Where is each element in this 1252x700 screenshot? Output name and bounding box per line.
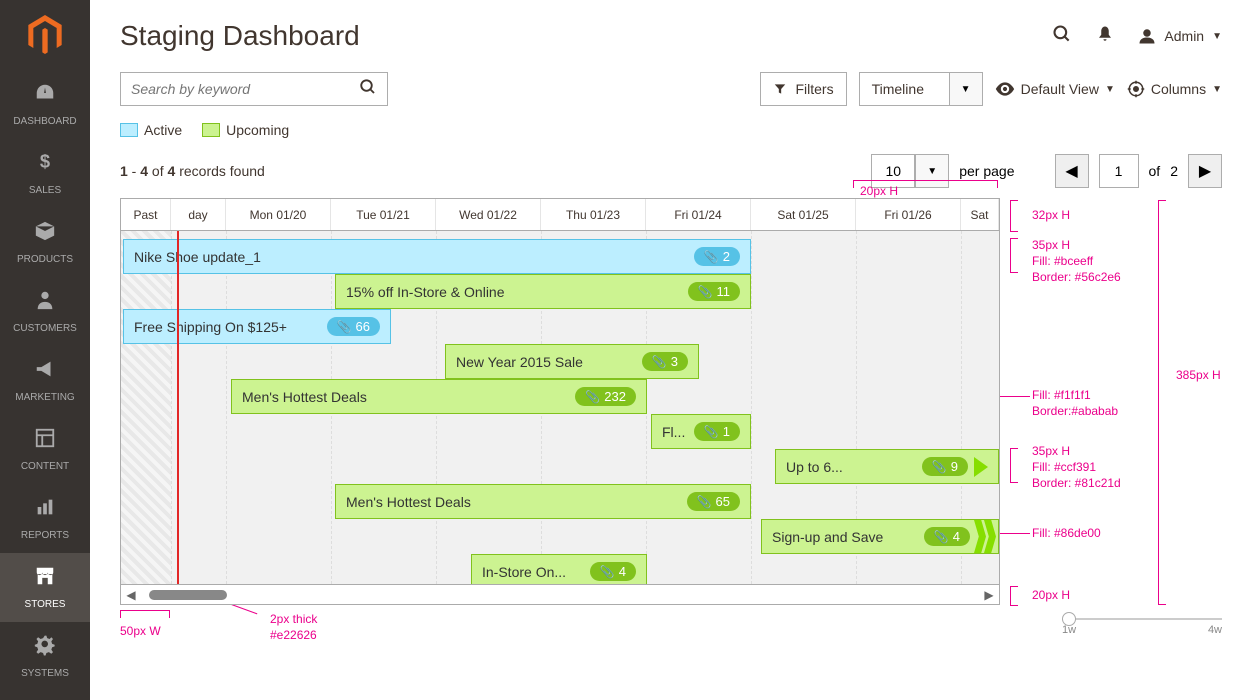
timeline-body: Nike Shoe update_1📎215% off In-Store & O… bbox=[121, 231, 999, 584]
timeline-bar[interactable]: Men's Hottest Deals📎232 bbox=[231, 379, 647, 414]
attachment-count: 📎9 bbox=[922, 457, 968, 476]
sidebar-item-sales[interactable]: $SALES bbox=[0, 139, 90, 208]
timeline-bar[interactable]: 15% off In-Store & Online📎11 bbox=[335, 274, 751, 309]
active-swatch bbox=[120, 123, 138, 137]
timeline-col-header: Past bbox=[121, 199, 171, 230]
timeline-header: PastdayMon 01/20Tue 01/21Wed 01/22Thu 01… bbox=[121, 199, 999, 231]
attachment-count: 📎1 bbox=[694, 422, 740, 441]
admin-menu[interactable]: Admin ▼ bbox=[1138, 27, 1222, 45]
sidebar-item-stores[interactable]: STORES bbox=[0, 553, 90, 622]
timeline-col-header: Thu 01/23 bbox=[541, 199, 646, 230]
timeline-col-header: Tue 01/21 bbox=[331, 199, 436, 230]
columns-button[interactable]: Columns ▼ bbox=[1127, 80, 1222, 98]
today-line bbox=[177, 231, 179, 584]
magento-logo bbox=[0, 0, 90, 70]
caret-down-icon: ▼ bbox=[1212, 31, 1222, 42]
arrow-right-icon bbox=[974, 457, 988, 477]
timeline-col-header: day bbox=[171, 199, 226, 230]
caret-down-icon: ▼ bbox=[1105, 84, 1115, 95]
sidebar-item-content[interactable]: CONTENT bbox=[0, 415, 90, 484]
records-found: 1 - 4 of 4 records found bbox=[120, 163, 265, 179]
attachment-count: 📎4 bbox=[924, 527, 970, 546]
box-icon bbox=[34, 220, 56, 248]
upcoming-swatch bbox=[202, 123, 220, 137]
timeline-bar[interactable]: Men's Hottest Deals📎65 bbox=[335, 484, 751, 519]
page-input[interactable] bbox=[1099, 154, 1139, 188]
filters-button[interactable]: Filters bbox=[760, 72, 846, 106]
timeline-bar[interactable]: Nike Shoe update_1📎2 bbox=[123, 239, 751, 274]
timeline-bar[interactable]: Sign-up and Save📎4 bbox=[761, 519, 999, 554]
search-input[interactable] bbox=[121, 81, 349, 97]
per-page-label: per page bbox=[959, 163, 1014, 179]
scroll-left-icon[interactable]: ◀ bbox=[121, 588, 141, 602]
attachment-count: 📎3 bbox=[642, 352, 688, 371]
sidebar: DASHBOARD$SALESPRODUCTSCUSTOMERSMARKETIN… bbox=[0, 0, 90, 700]
timeline-bar[interactable]: Free Shipping On $125+📎66 bbox=[123, 309, 391, 344]
sidebar-item-reports[interactable]: REPORTS bbox=[0, 484, 90, 553]
sidebar-item-marketing[interactable]: MARKETING bbox=[0, 346, 90, 415]
sidebar-item-products[interactable]: PRODUCTS bbox=[0, 208, 90, 277]
sidebar-item-customers[interactable]: CUSTOMERS bbox=[0, 277, 90, 346]
megaphone-icon bbox=[34, 358, 56, 386]
search-submit-icon[interactable] bbox=[349, 78, 387, 101]
store-icon bbox=[34, 565, 56, 593]
notification-icon[interactable] bbox=[1096, 25, 1114, 48]
prev-page-button[interactable]: ◀ bbox=[1055, 154, 1089, 188]
layout-icon bbox=[34, 427, 56, 455]
sidebar-item-systems[interactable]: SYSTEMS bbox=[0, 622, 90, 691]
timeline-col-header: Sat bbox=[961, 199, 999, 230]
caret-down-icon: ▼ bbox=[1212, 84, 1222, 95]
attachment-count: 📎11 bbox=[688, 282, 740, 301]
timeline-scrollbar[interactable]: ◀ ▶ bbox=[121, 584, 999, 604]
scrollbar-thumb[interactable] bbox=[149, 590, 227, 600]
sidebar-item-dashboard[interactable]: DASHBOARD bbox=[0, 70, 90, 139]
caret-down-icon: ▼ bbox=[927, 166, 937, 177]
timeline-bar[interactable]: Fl...📎1 bbox=[651, 414, 751, 449]
search-icon[interactable] bbox=[1052, 24, 1072, 49]
dollar-icon: $ bbox=[34, 151, 56, 179]
attachment-count: 📎66 bbox=[327, 317, 380, 336]
main-content: Staging Dashboard Admin ▼ Filters bbox=[90, 0, 1252, 700]
attachment-count: 📎2 bbox=[694, 247, 740, 266]
timeline-col-header: Fri 01/24 bbox=[646, 199, 751, 230]
timeline-col-header: Mon 01/20 bbox=[226, 199, 331, 230]
timeline-bar[interactable]: New Year 2015 Sale📎3 bbox=[445, 344, 699, 379]
gear-icon bbox=[34, 634, 56, 662]
next-page-button[interactable]: ▶ bbox=[1188, 154, 1222, 188]
person-icon bbox=[34, 289, 56, 317]
chart-icon bbox=[34, 496, 56, 524]
zoom-knob[interactable] bbox=[1062, 612, 1076, 626]
timeline-dropdown[interactable]: Timeline ▼ bbox=[859, 72, 983, 106]
timeline-col-header: Wed 01/22 bbox=[436, 199, 541, 230]
default-view-button[interactable]: Default View ▼ bbox=[995, 81, 1115, 97]
caret-down-icon: ▼ bbox=[961, 84, 971, 95]
timeline-grid: PastdayMon 01/20Tue 01/21Wed 01/22Thu 01… bbox=[120, 198, 1000, 605]
timeline-col-header: Fri 01/26 bbox=[856, 199, 961, 230]
chevron-end-icon bbox=[976, 520, 996, 553]
search-box bbox=[120, 72, 388, 106]
admin-label: Admin bbox=[1164, 28, 1204, 44]
legend: Active Upcoming bbox=[120, 122, 1222, 138]
attachment-count: 📎4 bbox=[590, 562, 636, 581]
timeline-bar[interactable]: Up to 6...📎9 bbox=[775, 449, 999, 484]
attachment-count: 📎232 bbox=[575, 387, 636, 406]
svg-text:$: $ bbox=[40, 151, 50, 172]
past-column bbox=[121, 231, 171, 584]
zoom-slider[interactable]: 1w4w bbox=[1062, 618, 1222, 636]
attachment-count: 📎65 bbox=[687, 492, 740, 511]
page-title: Staging Dashboard bbox=[120, 20, 360, 52]
dashboard-icon bbox=[34, 82, 56, 110]
timeline-col-header: Sat 01/25 bbox=[751, 199, 856, 230]
scroll-right-icon[interactable]: ▶ bbox=[979, 588, 999, 602]
